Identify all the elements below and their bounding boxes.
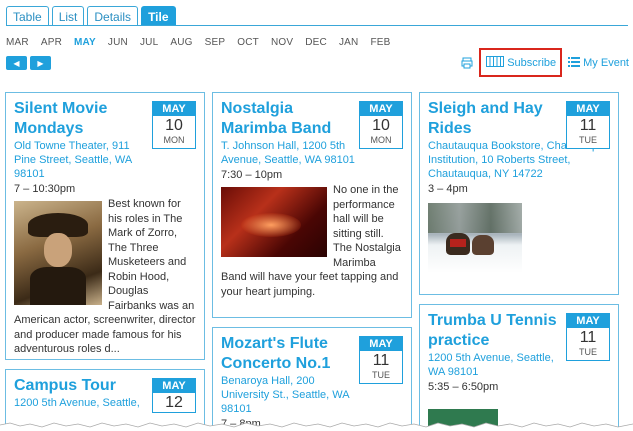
- date-badge: MAY 12: [152, 378, 196, 413]
- next-button[interactable]: ▶: [30, 56, 51, 70]
- event-time: 3 – 4pm: [428, 183, 468, 195]
- date-badge: MAY 11 TUE: [566, 101, 610, 149]
- subscribe-button[interactable]: Subscribe: [479, 48, 563, 77]
- event-photo[interactable]: [14, 201, 102, 305]
- date-badge: MAY 11 TUE: [566, 313, 610, 361]
- event-title[interactable]: Sleigh and Hay Rides: [428, 99, 558, 139]
- event-title[interactable]: Mozart's Flute Concerto No.1: [221, 334, 359, 374]
- date-day: 11: [372, 352, 390, 369]
- event-time: 7:30 – 10pm: [221, 169, 283, 181]
- month-jun[interactable]: JUN: [108, 37, 128, 48]
- date-weekday: MON: [370, 135, 392, 145]
- month-jul[interactable]: JUL: [140, 37, 158, 48]
- date-month: MAY: [360, 337, 402, 351]
- event-time: 7 – 10:30pm: [14, 183, 76, 195]
- tab-tile[interactable]: Tile: [141, 6, 176, 26]
- month-aug[interactable]: AUG: [170, 37, 192, 48]
- my-events-button[interactable]: My Event: [568, 56, 629, 70]
- event-card[interactable]: MAY 11 TUE Trumba U Tennis practice 1200…: [419, 304, 619, 431]
- event-location[interactable]: Old Towne Theater, 911 Pine Street, Seat…: [14, 139, 148, 181]
- date-day: 11: [579, 117, 597, 134]
- date-badge: MAY 11 TUE: [359, 336, 403, 384]
- month-sep[interactable]: SEP: [205, 37, 226, 48]
- view-tabs: Table List Details Tile: [6, 6, 176, 26]
- arrow-right-icon: ▶: [37, 58, 44, 68]
- month-nav: ◀ ▶: [6, 56, 51, 70]
- tab-divider: [6, 25, 628, 26]
- month-oct[interactable]: OCT: [237, 37, 259, 48]
- date-month: MAY: [567, 102, 609, 116]
- date-day: 12: [165, 394, 183, 411]
- toolbar: Subscribe My Event: [461, 48, 629, 77]
- date-weekday: TUE: [372, 370, 390, 380]
- date-badge: MAY 10 MON: [359, 101, 403, 149]
- subscribe-label: Subscribe: [507, 57, 557, 69]
- arrow-left-icon: ◀: [13, 58, 20, 68]
- event-location[interactable]: 1200 5th Avenue, Seattle,: [14, 396, 148, 410]
- event-title[interactable]: Nostalgia Marimba Band: [221, 99, 359, 139]
- event-title[interactable]: Silent Movie Mondays: [14, 99, 148, 139]
- event-title[interactable]: Campus Tour: [14, 376, 148, 396]
- tab-details[interactable]: Details: [87, 6, 139, 26]
- event-time: 5:35 – 6:50pm: [428, 381, 499, 393]
- event-photo[interactable]: [428, 203, 610, 273]
- month-may[interactable]: MAY: [74, 37, 96, 48]
- my-events-label: My Event: [583, 56, 629, 69]
- date-weekday: MON: [163, 135, 185, 145]
- event-location[interactable]: T. Johnson Hall, 1200 5th Avenue, Seattl…: [221, 139, 359, 167]
- date-month: MAY: [153, 102, 195, 116]
- date-day: 10: [372, 117, 390, 134]
- date-weekday: TUE: [579, 135, 597, 145]
- event-card[interactable]: MAY 10 MON Nostalgia Marimba Band T. Joh…: [212, 92, 412, 318]
- date-month: MAY: [567, 314, 609, 328]
- month-apr[interactable]: APR: [41, 37, 62, 48]
- month-dec[interactable]: DEC: [305, 37, 327, 48]
- tab-list[interactable]: List: [51, 6, 85, 26]
- event-card[interactable]: MAY 11 TUE Sleigh and Hay Rides Chautauq…: [419, 92, 619, 295]
- date-day: 11: [579, 329, 597, 346]
- torn-edge: [0, 422, 633, 431]
- month-strip: MAR APR MAY JUN JUL AUG SEP OCT NOV DEC …: [6, 37, 403, 48]
- event-card[interactable]: MAY 11 TUE Mozart's Flute Concerto No.1 …: [212, 327, 412, 431]
- date-weekday: TUE: [579, 347, 597, 357]
- event-photo[interactable]: [221, 187, 327, 257]
- event-card[interactable]: MAY 10 MON Silent Movie Mondays Old Town…: [5, 92, 205, 360]
- event-location[interactable]: 1200 5th Avenue, Seattle, WA 98101: [428, 351, 562, 379]
- list-icon: [568, 56, 581, 70]
- printer-icon[interactable]: [461, 57, 473, 69]
- date-badge: MAY 10 MON: [152, 101, 196, 149]
- date-month: MAY: [153, 379, 195, 393]
- month-nov[interactable]: NOV: [271, 37, 293, 48]
- date-month: MAY: [360, 102, 402, 116]
- month-mar[interactable]: MAR: [6, 37, 29, 48]
- date-day: 10: [165, 117, 183, 134]
- event-title[interactable]: Trumba U Tennis practice: [428, 311, 562, 351]
- calendar-grid-icon: [486, 56, 505, 70]
- month-feb[interactable]: FEB: [370, 37, 390, 48]
- event-location[interactable]: Benaroya Hall, 200 University St., Seatt…: [221, 374, 359, 416]
- tab-table[interactable]: Table: [6, 6, 49, 26]
- month-jan[interactable]: JAN: [339, 37, 359, 48]
- prev-button[interactable]: ◀: [6, 56, 27, 70]
